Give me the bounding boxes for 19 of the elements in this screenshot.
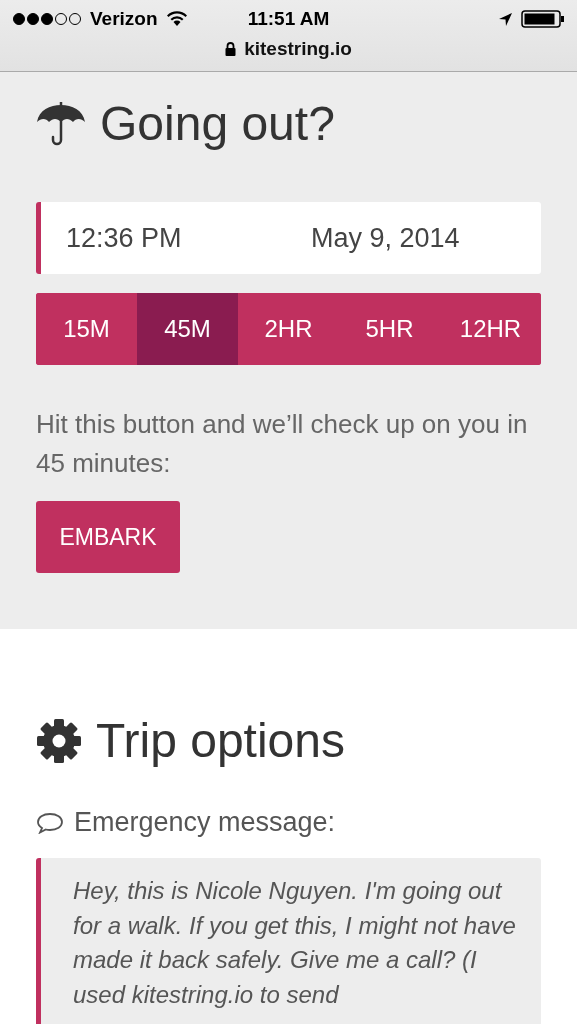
clock-time: 11:51 AM bbox=[247, 8, 330, 30]
message-field[interactable]: Hey, this is Nicole Nguyen. I'm going out for a walk. If you get this, I might not have made it back safely. Give me a call? (I used kitestring.io to send bbox=[36, 858, 541, 1024]
umbrella-icon bbox=[36, 100, 86, 148]
wifi-icon bbox=[165, 11, 188, 27]
date-time-field[interactable]: 12:36 PM May 9, 2014 bbox=[36, 202, 541, 274]
gear-icon bbox=[36, 718, 82, 764]
duration-tab[interactable]: 45M bbox=[137, 293, 238, 365]
section-title: Trip options bbox=[96, 713, 345, 769]
speech-bubble-icon bbox=[36, 811, 64, 834]
location-arrow-icon bbox=[498, 11, 513, 27]
battery-icon bbox=[521, 10, 565, 28]
signal-icon bbox=[12, 12, 82, 26]
lock-icon bbox=[225, 42, 237, 56]
field-label: Emergency message: bbox=[74, 807, 336, 838]
section-title: Going out? bbox=[100, 96, 335, 152]
embark-button[interactable]: EMBARK bbox=[36, 501, 180, 573]
url-text[interactable]: kitestring.io bbox=[244, 38, 352, 60]
carrier-name: Verizon bbox=[90, 8, 158, 30]
hint-text: Hit this button and we’ll check up on you in 45 minutes: bbox=[36, 408, 529, 480]
